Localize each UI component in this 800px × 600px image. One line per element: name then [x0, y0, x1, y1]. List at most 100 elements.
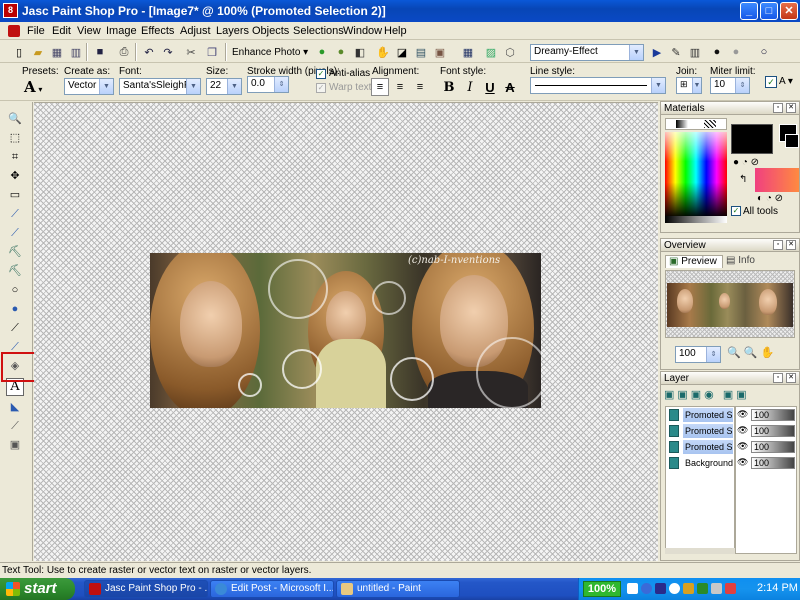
makeover-icon[interactable]: ●: [332, 43, 350, 61]
layer-row[interactable]: Background 👁 100: [667, 456, 795, 471]
eraser-tool-icon[interactable]: ⟋: [4, 320, 26, 336]
layer-opacity[interactable]: 100: [751, 441, 795, 453]
browse-icon[interactable]: ▦: [48, 43, 66, 61]
clone-icon[interactable]: ◧: [351, 43, 369, 61]
tab-preview[interactable]: ▣ Preview: [665, 255, 723, 268]
apply-checkbox[interactable]: ✓: [765, 76, 777, 88]
menu-layers[interactable]: Layers: [216, 25, 249, 37]
selection-tool-icon[interactable]: ⬚: [4, 130, 26, 146]
bg-style-buttons[interactable]: ◐ ◔ ⊘: [757, 193, 783, 204]
battery-meter[interactable]: 100%: [583, 581, 621, 597]
network-icon[interactable]: [627, 583, 638, 594]
cut-icon[interactable]: ✂: [182, 43, 200, 61]
move-tool-icon[interactable]: ✥: [4, 168, 26, 184]
rect-select-icon[interactable]: ▭: [4, 187, 26, 203]
object-selector-icon[interactable]: ▣: [4, 437, 26, 453]
layer-toolbar[interactable]: ▣▣▣◉ ▣▣: [664, 388, 794, 404]
visibility-eye-icon[interactable]: 👁: [737, 409, 748, 420]
tab-info[interactable]: ▤ Info: [723, 255, 767, 268]
background-small-swatch[interactable]: [785, 134, 799, 148]
bluetooth-icon[interactable]: [655, 583, 666, 594]
align-center-icon[interactable]: ≡: [391, 78, 409, 96]
bold-button[interactable]: B: [440, 78, 458, 96]
create-as-select[interactable]: Vector ▼: [64, 78, 114, 95]
visibility-eye-icon[interactable]: 👁: [737, 441, 748, 452]
background-swatch[interactable]: [755, 168, 799, 192]
join-select[interactable]: ⊞ ▼: [676, 77, 702, 94]
close-button[interactable]: ✕: [780, 2, 798, 20]
strikethrough-button[interactable]: A: [501, 78, 519, 96]
title-bar[interactable]: 8 Jasc Paint Shop Pro - [Image7* @ 100% …: [0, 0, 800, 22]
sharpen-icon[interactable]: ▣: [431, 43, 449, 61]
warp-text-checkbox[interactable]: ✓: [316, 83, 326, 93]
image-info-icon[interactable]: ▦: [459, 43, 477, 61]
antivirus-icon[interactable]: [725, 583, 736, 594]
stop-icon[interactable]: ●: [727, 43, 745, 61]
clone-brush-icon[interactable]: ⛏: [4, 244, 26, 260]
fill-tool-icon[interactable]: ●: [4, 301, 26, 317]
pin-icon[interactable]: ▫: [773, 103, 783, 113]
update-icon[interactable]: [697, 583, 708, 594]
layer-scrollbar[interactable]: [665, 548, 735, 554]
stroke-width-field[interactable]: 0.0 ⇕: [247, 76, 289, 93]
app-tray-icon[interactable]: [641, 583, 652, 594]
preset-effect-select[interactable]: Dreamy-Effect ▼: [530, 44, 644, 61]
document-icon[interactable]: [8, 25, 20, 37]
maximize-button[interactable]: □: [760, 2, 778, 20]
security-icon[interactable]: [683, 583, 694, 594]
text-a-icon[interactable]: A ▾: [779, 76, 793, 87]
task-edit-post[interactable]: Edit Post - Microsoft I...: [210, 580, 334, 598]
save-icon[interactable]: ■: [91, 43, 109, 61]
red-eye-icon[interactable]: ●: [313, 43, 331, 61]
paint-brush-icon[interactable]: ⟋: [4, 225, 26, 241]
color-picker[interactable]: [665, 132, 727, 216]
anti-alias-checkbox[interactable]: ✓: [316, 69, 326, 79]
pen-tool-icon[interactable]: ⟋: [4, 418, 26, 434]
task-paint[interactable]: untitled - Paint: [336, 580, 460, 598]
menu-window[interactable]: Window: [343, 25, 382, 37]
menu-objects[interactable]: Objects: [252, 25, 289, 37]
menu-selections[interactable]: Selections: [293, 25, 344, 37]
script-icon[interactable]: ⬡: [501, 43, 519, 61]
line-style-select[interactable]: ▼: [530, 77, 666, 94]
start-button[interactable]: start: [0, 578, 75, 600]
volume-icon[interactable]: [711, 583, 722, 594]
photo-icon[interactable]: ▨: [482, 43, 500, 61]
menu-view[interactable]: View: [77, 25, 101, 37]
print-icon[interactable]: ⎙: [115, 43, 133, 61]
foreground-swatch[interactable]: [731, 124, 773, 154]
crop-tool-icon[interactable]: ⌗: [4, 149, 26, 165]
zoom-buttons[interactable]: 🔍 🔍 ✋: [727, 346, 774, 359]
scan-icon[interactable]: ▥: [67, 43, 85, 61]
menu-edit[interactable]: Edit: [52, 25, 71, 37]
swap-colors-icon[interactable]: ↰: [739, 174, 747, 185]
circle-icon[interactable]: ○: [755, 43, 773, 61]
app-icon[interactable]: 8: [3, 3, 18, 18]
grid-icon[interactable]: ▥: [686, 43, 704, 61]
materials-tabs[interactable]: [665, 118, 727, 130]
scratch-remover-icon[interactable]: ✋: [374, 43, 392, 61]
dodge-tool-icon[interactable]: ⛏: [4, 263, 26, 279]
open-folder-icon[interactable]: ▰: [29, 43, 47, 61]
overview-preview[interactable]: [665, 270, 795, 338]
italic-button[interactable]: I: [461, 78, 479, 96]
undo-icon[interactable]: ↶: [140, 43, 158, 61]
zoom-field[interactable]: 100 ⇕: [675, 346, 721, 363]
grayscale-bar[interactable]: [665, 216, 727, 223]
align-right-icon[interactable]: ≡: [411, 78, 429, 96]
layer-opacity[interactable]: 100: [751, 409, 795, 421]
align-left-icon[interactable]: ≡: [371, 78, 389, 96]
record-icon[interactable]: ●: [708, 43, 726, 61]
style-buttons[interactable]: ● ◔ ⊘: [733, 157, 759, 168]
layer-opacity[interactable]: 100: [751, 457, 795, 469]
new-file-icon[interactable]: ▯: [10, 43, 28, 61]
menu-help[interactable]: Help: [384, 25, 407, 37]
font-select[interactable]: Santa'sSleighFull ▼: [119, 78, 201, 95]
close-panel-icon[interactable]: ✕: [786, 103, 796, 113]
visibility-eye-icon[interactable]: 👁: [737, 457, 748, 468]
menu-image[interactable]: Image: [106, 25, 137, 37]
messenger-icon[interactable]: [669, 583, 680, 594]
preset-shape-icon[interactable]: ◣: [4, 399, 26, 415]
task-paintshop[interactable]: Jasc Paint Shop Pro - ...: [84, 580, 208, 598]
minimize-button[interactable]: _: [740, 2, 758, 20]
